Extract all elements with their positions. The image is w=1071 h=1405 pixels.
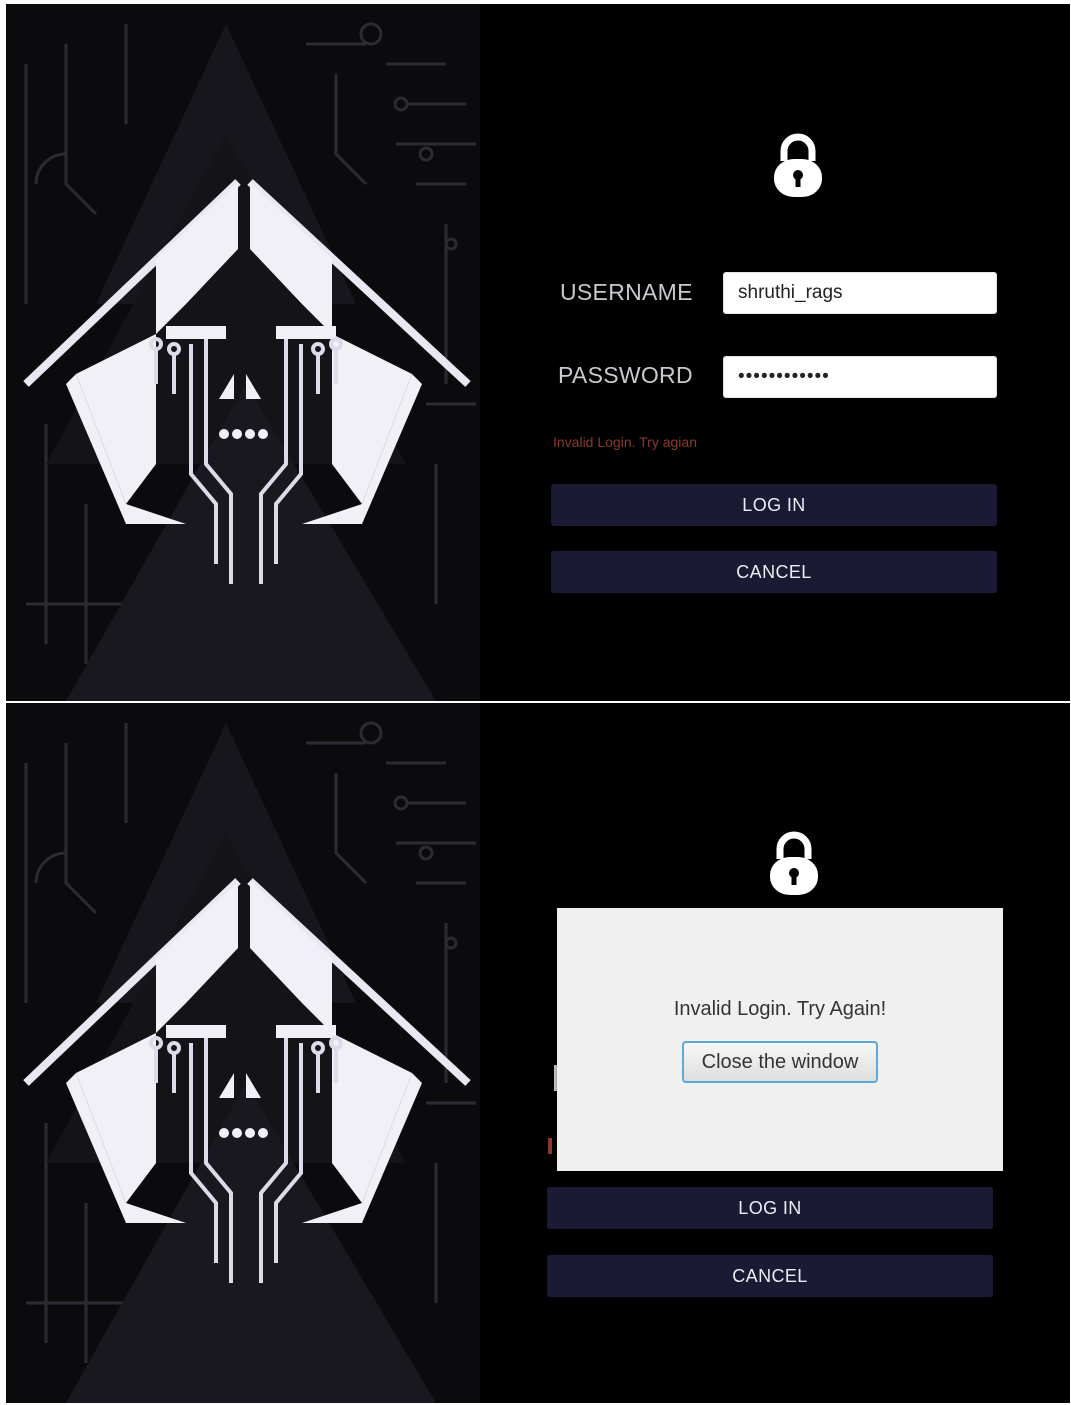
logo-panel bbox=[6, 703, 480, 1403]
error-dialog: Invalid Login. Try Again! Close the wind… bbox=[557, 908, 1003, 1171]
login-button[interactable]: LOG IN bbox=[551, 484, 997, 526]
logo-panel bbox=[6, 4, 480, 701]
login-window-error-dialog: Invalid Login. Try Again! Close the wind… bbox=[6, 703, 1070, 1403]
username-label: USERNAME bbox=[560, 279, 693, 305]
cancel-button[interactable]: CANCEL bbox=[547, 1255, 993, 1297]
lock-icon bbox=[770, 831, 818, 895]
circuit-hood-logo bbox=[23, 22, 476, 701]
lock-icon bbox=[774, 133, 822, 197]
login-button[interactable]: LOG IN bbox=[547, 1187, 993, 1229]
password-label: PASSWORD bbox=[558, 362, 693, 388]
error-message-peek bbox=[548, 1138, 552, 1154]
password-input[interactable] bbox=[723, 356, 997, 398]
cancel-button[interactable]: CANCEL bbox=[551, 551, 997, 593]
error-message: Invalid Login. Try agian bbox=[553, 434, 697, 450]
close-window-button[interactable]: Close the window bbox=[682, 1041, 878, 1083]
dialog-message: Invalid Login. Try Again! bbox=[673, 998, 887, 1020]
circuit-hood-logo bbox=[23, 721, 476, 1403]
username-input[interactable] bbox=[723, 272, 997, 314]
login-window-default: USERNAME PASSWORD Invalid Login. Try agi… bbox=[6, 4, 1070, 701]
